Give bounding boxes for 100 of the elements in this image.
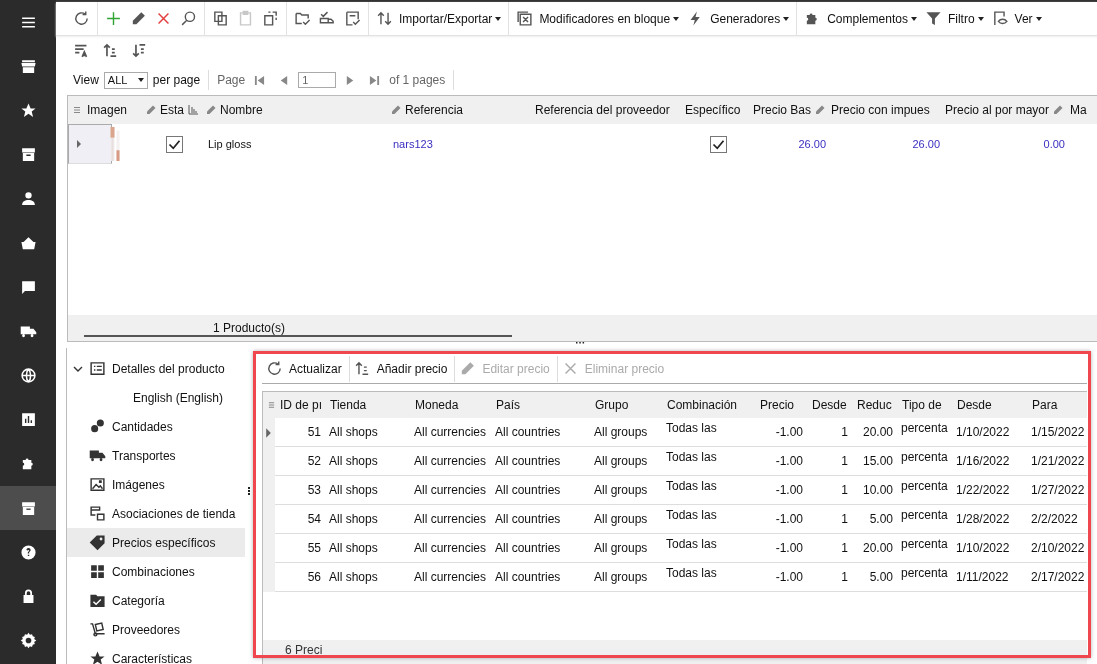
tree-item[interactable]: Transportes <box>67 441 245 470</box>
circles-icon <box>89 418 106 435</box>
tree-item[interactable]: Combinaciones <box>67 557 245 586</box>
tree-item[interactable]: Características <box>67 644 245 664</box>
table-cell: Todas las <box>662 447 755 476</box>
tree-item[interactable]: Categoría <box>67 586 245 615</box>
table-cell: All currencies <box>410 418 491 447</box>
column-menu-icon[interactable] <box>73 106 81 114</box>
table-cell: 20.00 <box>852 418 897 447</box>
toolbar-button[interactable]: Añadir precio <box>349 355 456 382</box>
table-cell: All currencies <box>410 563 491 592</box>
tree-item[interactable]: Precios específicos <box>67 528 245 557</box>
table-cell: 5.00 <box>852 563 897 592</box>
toolbar-button[interactable]: Importar/Exportar <box>372 5 506 32</box>
table-cell: -1.00 <box>755 505 807 534</box>
column-header[interactable]: Ma <box>1065 96 1092 124</box>
table-cell: 1/27/2022 <box>1027 476 1087 505</box>
price-count: 6 Preci <box>285 643 323 657</box>
toolbar-button[interactable]: Ver <box>987 5 1046 32</box>
table-cell: -1.00 <box>755 476 807 505</box>
column-header[interactable]: Grupo <box>590 392 662 418</box>
table-cell-text: 0.00 <box>1042 138 1066 150</box>
column-header[interactable]: Desde <box>952 392 1027 418</box>
table-cell: All shops <box>325 476 410 505</box>
table-cell: All currencies <box>410 476 491 505</box>
tree-item[interactable]: Asociaciones de tienda <box>67 499 245 528</box>
column-header[interactable]: Esta <box>140 96 200 124</box>
folder-check-icon <box>89 592 106 609</box>
table-cell: All countries <box>491 476 590 505</box>
column-header[interactable]: Desde <box>807 392 852 418</box>
table-cell: 2/17/2022 <box>1027 563 1087 592</box>
page-input[interactable]: 1 <box>298 72 337 88</box>
table-cell: -1.00 <box>755 534 807 563</box>
column-header[interactable]: Tipo de <box>897 392 952 418</box>
previous-page-icon[interactable] <box>278 74 290 86</box>
table-cell: All currencies <box>410 505 491 534</box>
per-page-label: per page <box>152 73 201 87</box>
toolbar-button[interactable]: Filtro <box>920 5 988 32</box>
table-cell: Todas las <box>662 505 755 534</box>
tree-item[interactable]: Imágenes <box>67 470 245 499</box>
toolbar-button[interactable]: Actualizar <box>262 355 350 382</box>
column-header[interactable]: Tienda <box>325 392 410 418</box>
toolbar-button[interactable]: Generadores <box>683 5 794 32</box>
product-count: 1 Producto(s) <box>213 321 286 335</box>
column-header[interactable]: Reduc <box>852 392 897 418</box>
table-cell: 10.00 <box>852 476 897 505</box>
column-header[interactable]: Precio <box>755 392 807 418</box>
column-header[interactable]: Precio al por mayor <box>940 96 1065 124</box>
table-cell: 1 <box>807 447 852 476</box>
table-cell: 56 <box>275 563 325 592</box>
column-header[interactable]: Precio con impues <box>826 96 940 124</box>
table-cell: 1 <box>807 476 852 505</box>
last-page-icon[interactable] <box>369 74 381 86</box>
checkbox[interactable] <box>709 135 727 153</box>
hand-truck-icon <box>89 621 106 638</box>
checkbox[interactable] <box>165 135 183 153</box>
store-icon <box>19 57 37 75</box>
column-header[interactable]: País <box>491 392 590 418</box>
table-cell: 52 <box>275 447 325 476</box>
eye-icon <box>991 10 1009 27</box>
column-header[interactable]: Para <box>1027 392 1087 418</box>
column-header[interactable]: Referencia <box>385 96 530 124</box>
column-header[interactable]: Moneda <box>410 392 491 418</box>
scrollbar[interactable] <box>84 335 512 337</box>
table-cell: All shops <box>325 563 410 592</box>
table-cell: 2/2/2022 <box>1027 505 1087 534</box>
person-icon <box>19 190 37 208</box>
document-check-icon <box>344 10 361 27</box>
tree-item[interactable]: Proveedores <box>67 615 245 644</box>
column-header[interactable]: Imagen <box>82 96 140 124</box>
box-nav-button[interactable] <box>0 486 56 531</box>
duplicate-icon <box>262 10 279 27</box>
stacked-frames-icon <box>516 10 534 27</box>
splitter-grip-icon[interactable] <box>247 486 251 496</box>
toolbar-button[interactable]: Complementos <box>800 5 921 32</box>
chart-icon <box>19 411 37 429</box>
table-cell: All groups <box>590 447 662 476</box>
column-header[interactable]: Referencia del proveedor <box>530 96 680 124</box>
column-header[interactable]: Específico <box>680 96 748 124</box>
settings-icon <box>19 632 37 650</box>
column-header[interactable]: ID de pı <box>275 392 325 418</box>
column-header[interactable]: Combinación <box>662 392 755 418</box>
column-header[interactable]: Precio Bas <box>748 96 826 124</box>
table-cell: 55 <box>275 534 325 563</box>
tree-item[interactable]: English (English) <box>67 383 245 412</box>
sort-text-icon <box>73 42 90 59</box>
table-cell: All shops <box>325 447 410 476</box>
column-header[interactable]: Nombre <box>200 96 385 124</box>
row-pointer-icon <box>265 427 272 438</box>
pencil-icon <box>130 10 147 27</box>
table-cell: 5.00 <box>852 505 897 534</box>
tree-item[interactable]: Cantidades <box>67 412 245 441</box>
per-page-select[interactable]: ALL <box>103 71 148 89</box>
table-cell: Todas las <box>662 476 755 505</box>
tree-item[interactable]: Detalles del producto <box>67 354 245 383</box>
table-cell: percenta <box>897 505 952 534</box>
splitter-grip-icon[interactable] <box>575 342 585 345</box>
table-cell: Todas las <box>662 534 755 563</box>
clipboard-icon <box>237 10 254 27</box>
toolbar-button[interactable]: Modificadores en bloque <box>512 5 684 32</box>
